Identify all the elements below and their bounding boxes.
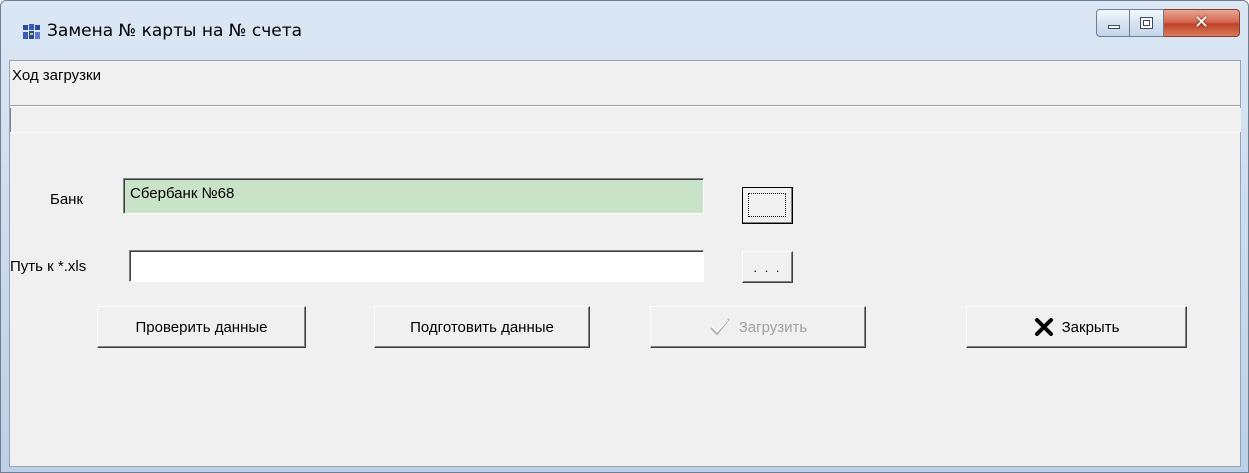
bank-label: Банк	[50, 191, 84, 208]
minimize-icon	[1108, 25, 1120, 29]
path-input[interactable]	[129, 250, 704, 282]
prepare-data-label: Подготовить данные	[410, 318, 554, 336]
check-data-button[interactable]: Проверить данные	[97, 306, 306, 348]
close-x-icon	[1034, 318, 1053, 336]
divider	[10, 132, 1240, 133]
dialog-body: Ход загрузки Банк Сбербанк №68 Путь к *.…	[9, 60, 1241, 467]
prepare-data-button[interactable]: Подготовить данные	[374, 306, 590, 348]
focus-rect	[748, 193, 786, 217]
path-browse-button[interactable]: . . .	[742, 251, 793, 283]
caption-buttons: ✕	[1096, 9, 1240, 39]
progress-label: Ход загрузки	[12, 67, 101, 84]
bank-field[interactable]: Сбербанк №68	[123, 178, 704, 214]
close-icon: ✕	[1193, 12, 1210, 33]
title-bar[interactable]: Замена № карты на № счета ✕	[1, 1, 1248, 59]
progress-section: Ход загрузки	[10, 61, 1241, 133]
maximize-icon	[1140, 17, 1153, 29]
browse-dots: . . .	[753, 259, 782, 275]
check-data-label: Проверить данные	[135, 318, 268, 336]
load-label: Загрузить	[738, 318, 808, 336]
close-label: Закрыть	[1061, 318, 1120, 336]
window-title: Замена № карты на № счета	[47, 21, 303, 41]
close-window-button[interactable]: ✕	[1164, 9, 1240, 37]
app-window: Замена № карты на № счета ✕ Ход загрузки…	[0, 0, 1249, 473]
load-button[interactable]: Загрузить	[650, 306, 866, 348]
path-label: Путь к *.xls	[10, 258, 87, 275]
checkmark-icon	[710, 318, 730, 336]
app-icon	[23, 24, 40, 39]
maximize-button[interactable]	[1130, 9, 1164, 37]
progress-bar	[10, 108, 1241, 132]
close-button[interactable]: Закрыть	[966, 306, 1187, 348]
divider	[10, 105, 1240, 107]
minimize-button[interactable]	[1096, 9, 1130, 37]
bank-browse-button[interactable]	[742, 187, 793, 224]
